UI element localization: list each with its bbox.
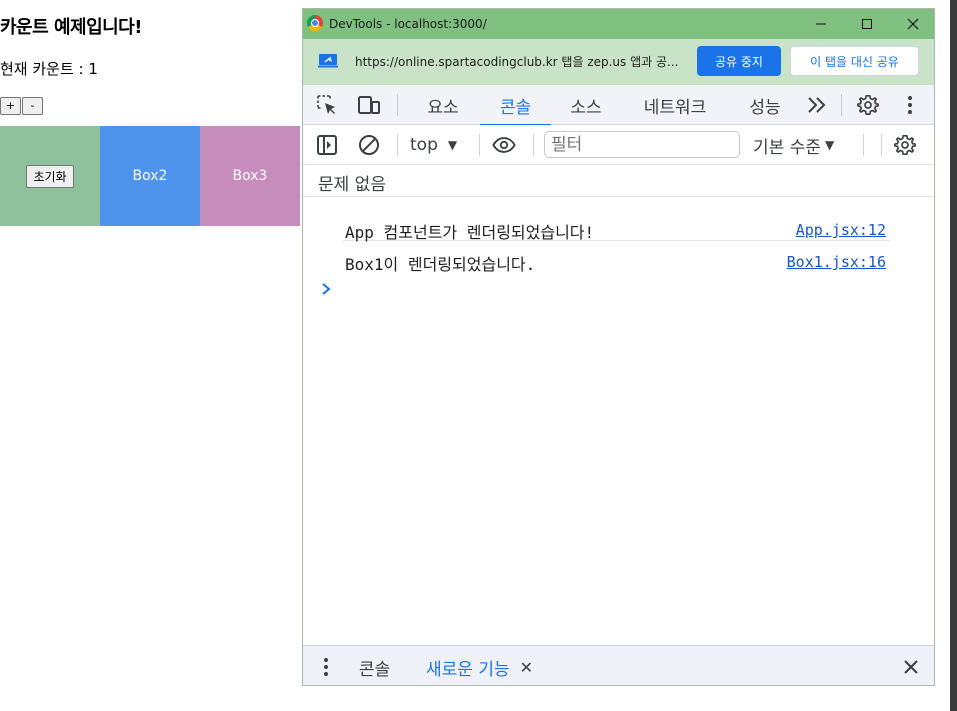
device-toolbar-button[interactable] xyxy=(357,93,381,117)
bottom-drawer: 콘솔 새로운 기능 ✕ xyxy=(303,645,934,685)
screen-share-icon xyxy=(318,54,338,68)
issues-bar: 문제 없음 xyxy=(303,165,934,197)
clear-console-button[interactable] xyxy=(357,133,381,157)
toolbar-divider xyxy=(479,134,480,156)
context-label: top xyxy=(410,135,438,155)
kebab-menu-icon xyxy=(908,96,912,114)
close-icon xyxy=(904,660,918,674)
context-selector[interactable]: top ▼ xyxy=(410,133,457,157)
inspect-element-button[interactable] xyxy=(315,93,339,117)
gear-icon xyxy=(894,135,916,155)
plus-button[interactable]: + xyxy=(0,97,21,115)
tab-network[interactable]: 네트워크 xyxy=(628,85,722,125)
console-toolbar: top ▼ 기본 수준 ▼ xyxy=(303,125,934,165)
close-icon xyxy=(907,18,919,30)
toolbar-divider xyxy=(863,134,864,156)
customize-menu-button[interactable] xyxy=(898,93,922,117)
log-level-selector[interactable]: 기본 수준 ▼ xyxy=(753,133,835,158)
eye-icon xyxy=(492,137,516,153)
drawer-tab-label: 새로운 기능 xyxy=(426,659,510,680)
close-window-button[interactable] xyxy=(890,9,934,39)
drawer-tab-whats-new[interactable]: 새로운 기능 ✕ xyxy=(410,646,552,685)
issues-text: 문제 없음 xyxy=(318,175,386,195)
sidebar-panel-icon xyxy=(317,135,337,155)
share-status-text: https://online.spartacodingclub.kr 탭을 ze… xyxy=(355,55,679,69)
log-message: App 컴포넌트가 렌더링되었습니다! xyxy=(345,223,595,242)
reset-button[interactable]: 초기화 xyxy=(26,164,74,188)
window-title: DevTools - localhost:3000/ xyxy=(329,17,487,31)
minus-button[interactable]: - xyxy=(22,97,43,115)
toolbar-divider xyxy=(533,134,534,156)
maximize-button[interactable] xyxy=(844,9,890,39)
toolbar-divider xyxy=(397,134,398,156)
more-tabs-button[interactable] xyxy=(805,93,829,117)
desktop-edge xyxy=(950,0,957,711)
box1: 초기화 xyxy=(0,126,100,226)
count-buttons: + - xyxy=(0,97,43,115)
dropdown-arrow-icon: ▼ xyxy=(447,138,458,152)
filter-input[interactable] xyxy=(544,131,740,158)
live-expression-button[interactable] xyxy=(492,133,516,157)
page-title: 카운트 예제입니다! xyxy=(0,17,142,38)
log-row: Box1이 렌더링되었습니다. Box1.jsx:16 xyxy=(343,241,890,274)
tab-performance[interactable]: 성능 xyxy=(735,85,795,125)
box2: Box2 xyxy=(100,126,200,226)
console-settings-button[interactable] xyxy=(893,133,917,157)
close-drawer-button[interactable] xyxy=(900,656,922,678)
toolbar-divider xyxy=(397,94,398,116)
settings-button[interactable] xyxy=(856,93,880,117)
maximize-icon xyxy=(862,19,872,29)
drawer-menu-icon[interactable] xyxy=(319,656,333,678)
screen-share-bar: https://online.spartacodingclub.kr 탭을 ze… xyxy=(303,39,934,85)
clear-icon xyxy=(359,135,379,155)
box3: Box3 xyxy=(200,126,300,226)
console-prompt-icon[interactable] xyxy=(320,282,332,296)
minimize-icon xyxy=(816,23,826,25)
stop-sharing-button[interactable]: 공유 중지 xyxy=(697,46,781,76)
tab-console[interactable]: 콘솔 xyxy=(480,85,551,126)
gear-icon xyxy=(857,95,879,115)
chrome-logo-icon xyxy=(307,15,323,31)
drawer-tab-console[interactable]: 콘솔 xyxy=(359,646,390,685)
log-source-link[interactable]: App.jsx:12 xyxy=(796,221,886,239)
count-text: 현재 카운트 : 1 xyxy=(0,60,98,78)
title-bar[interactable]: DevTools - localhost:3000/ xyxy=(303,9,934,39)
toolbar-divider xyxy=(881,134,882,156)
device-icon xyxy=(358,96,380,114)
tab-elements[interactable]: 요소 xyxy=(413,85,473,125)
minimize-button[interactable] xyxy=(798,9,844,39)
inspect-icon xyxy=(317,95,335,114)
close-tab-icon[interactable]: ✕ xyxy=(520,658,533,677)
devtools-tab-bar: 요소 콘솔 소스 네트워크 성능 xyxy=(303,85,934,126)
tab-sources[interactable]: 소스 xyxy=(556,85,616,125)
dropdown-arrow-icon: ▼ xyxy=(824,138,835,152)
log-row: App 컴포넌트가 렌더링되었습니다! App.jsx:12 xyxy=(343,209,890,242)
log-message: Box1이 렌더링되었습니다. xyxy=(345,255,536,274)
app-page: 카운트 예제입니다! 현재 카운트 : 1 + - 초기화 Box2 Box3 xyxy=(0,0,302,711)
console-output: App 컴포넌트가 렌더링되었습니다! App.jsx:12 Box1이 렌더링… xyxy=(303,197,934,645)
devtools-window: DevTools - localhost:3000/ https://onlin… xyxy=(302,8,935,686)
log-level-label: 기본 수준 xyxy=(753,137,821,158)
log-source-link[interactable]: Box1.jsx:16 xyxy=(787,253,886,271)
double-chevron-right-icon xyxy=(808,97,826,113)
sidebar-toggle-button[interactable] xyxy=(315,133,339,157)
box-row: 초기화 Box2 Box3 xyxy=(0,126,300,226)
share-this-tab-button[interactable]: 이 탭을 대신 공유 xyxy=(790,46,919,76)
screen: { "app": { "title": "카운트 예제입니다!", "count… xyxy=(0,0,957,711)
toolbar-divider xyxy=(841,94,842,116)
